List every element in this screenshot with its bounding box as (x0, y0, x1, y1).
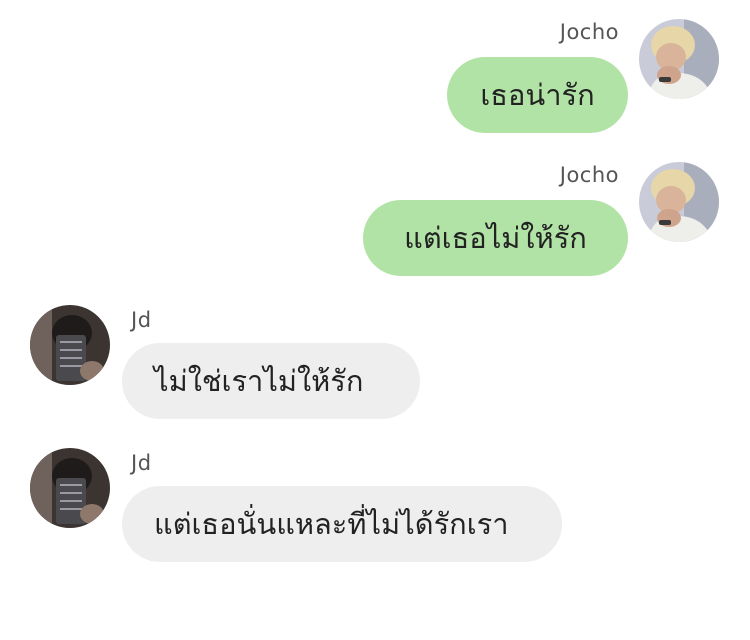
message-bubble-outgoing[interactable]: แต่เธอไม่ให้รัก (363, 200, 628, 276)
chat-conversation: Jocho เธอน่ารัก Jocho แต่เธอไม่ให้รัก Jd… (0, 0, 750, 640)
message-bubble-incoming[interactable]: ไม่ใช่เราไม่ให้รัก (122, 343, 420, 419)
sender-name: Jocho (559, 163, 619, 187)
dark-hair-person-avatar-icon (30, 448, 110, 528)
message-bubble-incoming[interactable]: แต่เธอนั่นแหละที่ไม่ได้รักเรา (122, 486, 562, 562)
blonde-person-avatar-icon (639, 162, 719, 242)
dark-hair-person-avatar-icon (30, 305, 110, 385)
sender-name: Jd (131, 308, 152, 332)
avatar[interactable] (639, 162, 719, 242)
avatar[interactable] (30, 305, 110, 385)
sender-name: Jocho (559, 20, 619, 44)
avatar[interactable] (30, 448, 110, 528)
blonde-person-avatar-icon (639, 19, 719, 99)
message-bubble-outgoing[interactable]: เธอน่ารัก (447, 57, 628, 133)
sender-name: Jd (131, 451, 152, 475)
avatar[interactable] (639, 19, 719, 99)
